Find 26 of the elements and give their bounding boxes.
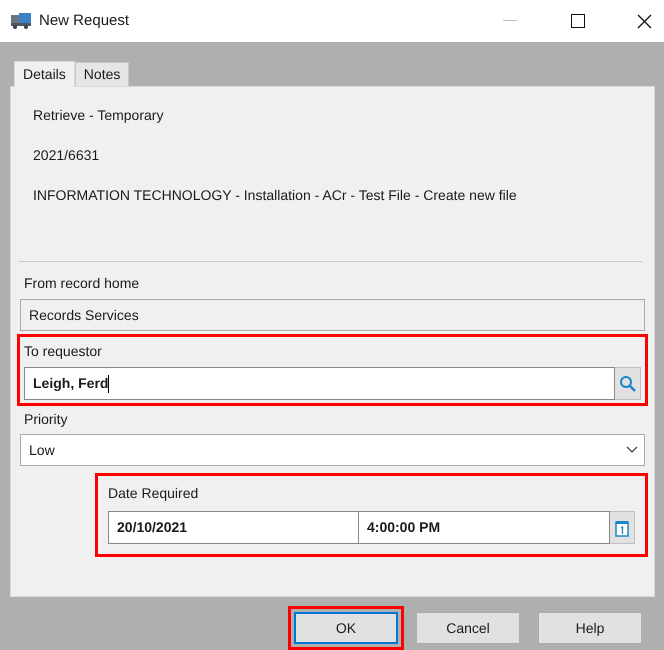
field-label: To requestor (24, 342, 103, 361)
search-icon (618, 374, 636, 392)
truck-icon (10, 12, 32, 30)
dialog-button[interactable]: Cancel (416, 612, 520, 644)
summary-text: Retrieve - Temporary (33, 106, 164, 125)
summary-text: INFORMATION TECHNOLOGY - Installation - ACr - Test File - Create new file (33, 186, 518, 205)
date-input[interactable]: 20/10/2021 (108, 511, 359, 544)
calendar-icon (615, 518, 629, 536)
time-input[interactable]: 4:00:00 PM (359, 511, 610, 544)
window-title: New Request (39, 10, 130, 31)
tab[interactable]: Notes (74, 62, 130, 86)
search-button[interactable] (615, 367, 641, 400)
close-icon[interactable] (637, 14, 652, 28)
field-label: Date Required (108, 484, 200, 503)
field-label: From record home (24, 274, 140, 293)
dialog-button[interactable]: OK (294, 612, 398, 644)
field-label: Priority (24, 410, 69, 429)
calendar-button[interactable] (610, 511, 635, 544)
maximize-icon[interactable] (571, 14, 585, 28)
chevron-down-icon (626, 446, 638, 454)
priority-dropdown[interactable]: Low (20, 434, 645, 466)
dialog-button[interactable]: Help (538, 612, 642, 644)
record-home-field: Records Services (20, 299, 645, 331)
summary-text: 2021/6631 (33, 146, 100, 165)
requestor-input[interactable]: Leigh, Ferd (24, 367, 615, 400)
tab[interactable]: Details (14, 61, 75, 87)
